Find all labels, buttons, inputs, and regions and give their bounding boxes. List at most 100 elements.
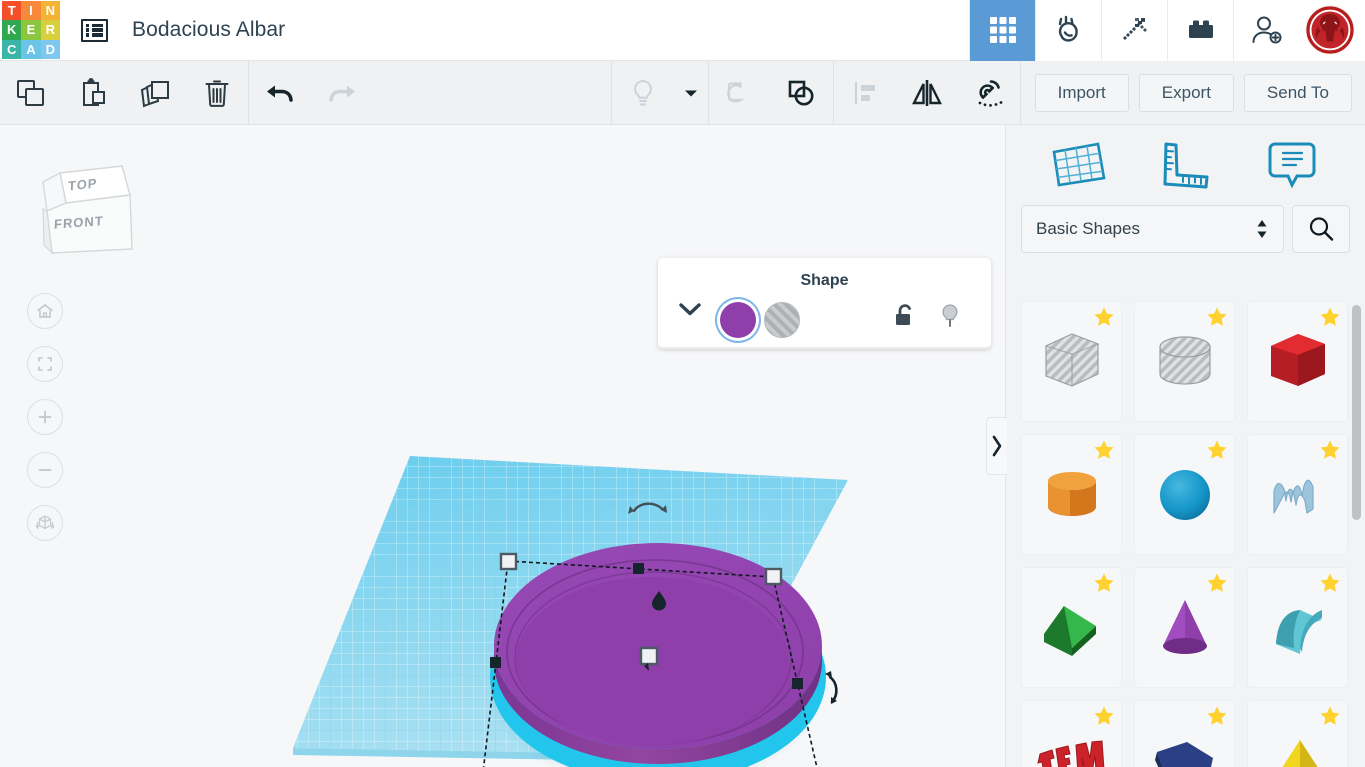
lightbulb-dropdown[interactable] [674, 61, 708, 125]
magnet-button[interactable] [958, 61, 1020, 125]
plus-icon [38, 410, 52, 424]
logo-tile-c: C [2, 39, 22, 59]
shape-cylinder[interactable] [1021, 434, 1122, 555]
shape-polygon[interactable] [1134, 700, 1235, 767]
align-icon [854, 81, 875, 104]
copy-icon [17, 79, 44, 106]
pyramid-thumbnail [1281, 739, 1318, 767]
view-cube-top-label[interactable]: TOP [68, 175, 98, 193]
rotation-handle-right[interactable] [825, 671, 838, 704]
nav-icon-invite-user[interactable] [1233, 0, 1299, 61]
delete-button[interactable] [186, 61, 248, 125]
shape-scribble[interactable] [1247, 434, 1348, 555]
send-to-button[interactable]: Send To [1243, 73, 1352, 112]
nav-icon-codeblocks[interactable] [1101, 0, 1167, 61]
zoom-out-button[interactable] [27, 452, 63, 488]
favorite-star-icon[interactable] [1092, 571, 1116, 595]
logo-tile-n: N [40, 1, 60, 21]
scribble-thumbnail [1272, 479, 1314, 514]
ortho-perspective-button[interactable] [27, 505, 63, 541]
align-button[interactable] [834, 61, 896, 125]
favorite-star-icon[interactable] [1205, 305, 1229, 329]
hole-swatch[interactable] [764, 302, 800, 338]
solid-color-swatch[interactable] [720, 302, 756, 338]
panel-scrollbar-thumb[interactable] [1352, 305, 1361, 520]
shape-category-select[interactable]: Basic Shapes [1021, 205, 1284, 253]
unlocked-padlock-icon[interactable] [892, 301, 920, 333]
tab-workplane[interactable] [1044, 135, 1114, 195]
view-cube[interactable]: TOP FRONT [22, 153, 142, 263]
mirror-button[interactable] [896, 61, 958, 125]
half-cylinder-thumbnail [1275, 609, 1322, 654]
favorite-star-icon[interactable] [1318, 305, 1342, 329]
user-avatar-button[interactable] [1299, 0, 1365, 61]
favorite-star-icon[interactable] [1205, 704, 1229, 728]
shape-panel-collapse-button[interactable] [676, 300, 704, 323]
shape-cone[interactable] [1134, 567, 1235, 688]
shape-lightbulb-button[interactable] [938, 301, 966, 333]
panel-tool-tabs [1006, 125, 1365, 205]
shape-text[interactable] [1021, 700, 1122, 767]
favorite-star-icon[interactable] [1318, 571, 1342, 595]
note-callout-icon [1268, 142, 1316, 189]
panel-collapse-button[interactable] [986, 417, 1007, 475]
paste-button[interactable] [62, 61, 124, 125]
shape-panel-title: Shape [800, 272, 849, 289]
nav-icon-lego[interactable] [1167, 0, 1233, 61]
home-view-button[interactable] [27, 293, 63, 329]
shape-cylinder-hole[interactable] [1134, 301, 1235, 422]
shape-half-cylinder[interactable] [1247, 567, 1348, 688]
shape-pyramid[interactable] [1247, 700, 1348, 767]
tab-ruler[interactable] [1150, 135, 1220, 195]
shape-sphere[interactable] [1134, 434, 1235, 555]
fit-to-view-button[interactable] [27, 346, 63, 382]
undo-arrow-icon [267, 85, 293, 102]
tab-notes[interactable] [1257, 135, 1327, 195]
list-menu-icon[interactable] [74, 10, 114, 50]
favorite-star-icon[interactable] [1092, 704, 1116, 728]
box-thumbnail [1270, 333, 1325, 386]
undo-button[interactable] [249, 61, 311, 125]
nav-icon-3d-designs[interactable] [969, 0, 1035, 61]
design-canvas[interactable]: Workplane TOP FRONT [0, 125, 1005, 767]
duplicate-button[interactable] [124, 61, 186, 125]
magnet-snap-icon [978, 79, 1002, 107]
export-button[interactable]: Export [1138, 73, 1234, 112]
tinkercad-app: T I N K E R C A D Bodacious Albar Import… [0, 0, 1365, 767]
toolbar-group-group [709, 61, 833, 125]
favorite-star-icon[interactable] [1205, 571, 1229, 595]
view-cube-icon [42, 165, 133, 255]
tinkercad-logo[interactable]: T I N K E R C A D [2, 1, 60, 59]
sphere-thumbnail [1159, 469, 1210, 520]
shape-box[interactable] [1247, 301, 1348, 422]
chevron-down-icon [679, 303, 701, 316]
favorite-star-icon[interactable] [1092, 305, 1116, 329]
favorite-star-icon[interactable] [1092, 438, 1116, 462]
cylinder-thumbnail [1047, 471, 1096, 516]
lightbulb-button[interactable] [612, 61, 674, 125]
favorite-star-icon[interactable] [1205, 438, 1229, 462]
zoom-in-button[interactable] [27, 399, 63, 435]
redo-button[interactable] [311, 61, 373, 125]
favorite-star-icon[interactable] [1318, 438, 1342, 462]
toolbar-divider-5 [1019, 60, 1021, 125]
cone-thumbnail [1162, 599, 1207, 654]
search-button[interactable] [1292, 205, 1350, 253]
page-title[interactable]: Bodacious Albar [132, 18, 285, 42]
import-button[interactable]: Import [1034, 73, 1129, 112]
paste-icon [83, 77, 105, 106]
logo-tile-r: R [40, 20, 60, 40]
group-button[interactable] [709, 61, 771, 125]
favorite-star-icon[interactable] [1318, 704, 1342, 728]
wedge-thumbnail [1043, 605, 1096, 656]
logo-tile-a: A [21, 39, 41, 59]
copy-button[interactable] [0, 61, 62, 125]
nav-icon-circuits[interactable] [1035, 0, 1101, 61]
ungroup-button[interactable] [771, 61, 833, 125]
workplane-3d-scene[interactable] [0, 125, 1005, 767]
shape-box-hole[interactable] [1021, 301, 1122, 422]
lightbulb-icon [942, 304, 958, 327]
shape-roof[interactable] [1021, 567, 1122, 688]
avatar[interactable] [1305, 5, 1355, 55]
logo-tile-t: T [2, 1, 22, 21]
